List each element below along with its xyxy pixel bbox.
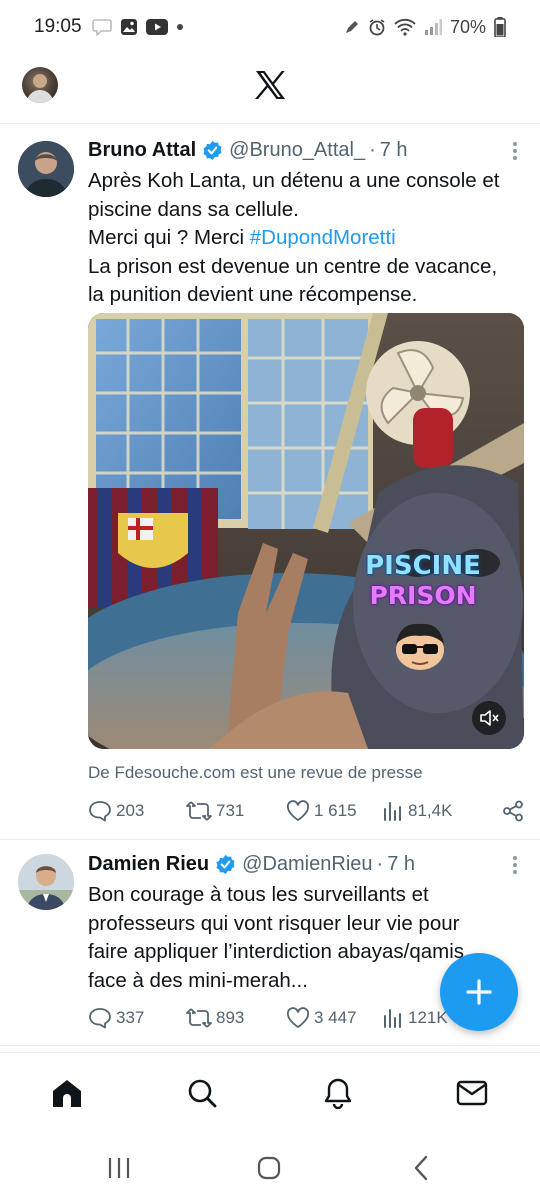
tweet-video[interactable]: PISCINE PRISON <box>88 313 524 749</box>
nav-search[interactable] <box>184 1075 220 1111</box>
home-icon <box>53 1080 81 1107</box>
messages-icon <box>456 1080 488 1106</box>
status-bar: 19:05 70% <box>0 0 540 54</box>
tweet-text-line: Bon courage à tous les surveillants et <box>88 883 429 906</box>
reply-count: 203 <box>116 801 145 820</box>
share-icon <box>503 800 523 822</box>
tweet-time[interactable]: 7 h <box>380 139 408 162</box>
retweet-icon <box>186 801 212 821</box>
tweet-text-line: piscine dans sa cellule. <box>88 197 299 221</box>
more-options-icon[interactable] <box>512 141 518 166</box>
tweet-header: Damien Rieu @DamienRieu · 7 h <box>88 851 524 877</box>
alarm-icon <box>368 18 386 36</box>
views-icon <box>384 802 401 821</box>
pen-icon <box>344 19 360 35</box>
plus-icon <box>466 979 492 1005</box>
author-name[interactable]: Bruno Attal <box>88 139 196 162</box>
verified-badge-icon <box>202 140 223 161</box>
battery-icon <box>494 17 506 37</box>
reply-icon <box>89 801 111 822</box>
app-header: X <box>0 54 540 124</box>
tweet-header: Bruno Attal @Bruno_Attal_ · 7 h <box>88 137 524 163</box>
chat-bubble-icon <box>91 18 112 36</box>
reply-icon <box>89 1008 111 1029</box>
author-avatar[interactable] <box>18 141 74 197</box>
tweet-text-line: Merci qui ? Merci <box>88 226 250 249</box>
notification-dot-icon <box>176 23 184 31</box>
share-button[interactable] <box>502 800 524 822</box>
separator-dot: · <box>376 852 384 875</box>
overlay-line-2: PRISON <box>369 581 477 610</box>
reply-button[interactable]: 337 <box>88 1007 186 1029</box>
separator-dot: · <box>369 138 376 161</box>
nav-home[interactable] <box>49 1075 85 1111</box>
reply-count: 337 <box>116 1008 145 1027</box>
views-count: 121K <box>408 1008 448 1027</box>
tweet-text-line: La prison est devenue un centre de vacan… <box>88 254 498 278</box>
back-button[interactable] <box>405 1152 437 1184</box>
retweet-count: 731 <box>216 801 245 820</box>
volume-muted-icon <box>480 710 499 726</box>
home-circle-icon <box>257 1156 281 1180</box>
mute-button[interactable] <box>472 701 506 735</box>
author-name[interactable]: Damien Rieu <box>88 853 209 876</box>
notifications-icon <box>324 1078 352 1109</box>
retweet-button[interactable]: 731 <box>186 800 286 822</box>
back-chevron-icon <box>414 1155 428 1181</box>
tweet-text-line: professeurs qui vont risquer leur vie po… <box>88 911 460 935</box>
battery-percent: 70% <box>449 16 486 37</box>
tweet-text-line: Après Koh Lanta, un détenu a une console… <box>88 169 500 192</box>
heart-icon <box>286 800 310 821</box>
tweet-text-line: la punition devient une récompense. <box>88 283 418 306</box>
video-overlay-title: PISCINE PRISON <box>358 551 488 611</box>
gallery-icon <box>120 18 138 36</box>
signal-icon <box>424 19 442 35</box>
more-options-icon[interactable] <box>512 855 518 880</box>
heart-icon <box>286 1007 310 1028</box>
nav-messages[interactable] <box>454 1075 490 1111</box>
tweet-time[interactable]: 7 h <box>387 853 415 876</box>
system-nav-bar <box>0 1136 540 1200</box>
nav-notifications[interactable] <box>320 1075 356 1111</box>
author-handle[interactable]: @DamienRieu <box>242 853 372 876</box>
tweet-actions: 203 731 1 615 81,4K <box>88 796 524 826</box>
tweet[interactable]: Bruno Attal @Bruno_Attal_ · 7 h Après Ko… <box>0 125 540 840</box>
home-system-button[interactable] <box>253 1152 285 1184</box>
wifi-icon <box>394 18 416 36</box>
profile-avatar[interactable] <box>22 67 58 103</box>
like-button[interactable]: 3 447 <box>286 1007 382 1029</box>
status-time: 19:05 <box>34 16 82 37</box>
like-count: 1 615 <box>314 801 357 820</box>
emoji-sticker <box>390 618 450 677</box>
x-logo-icon[interactable]: X <box>253 68 287 102</box>
views-icon <box>384 1009 401 1028</box>
hashtag-link[interactable]: #DupondMoretti <box>250 226 396 249</box>
retweet-count: 893 <box>216 1008 245 1027</box>
search-icon <box>188 1079 217 1108</box>
media-caption[interactable]: De Fdesouche.com est une revue de presse <box>88 763 423 783</box>
views-count: 81,4K <box>408 801 453 820</box>
bottom-nav <box>0 1052 540 1136</box>
like-count: 3 447 <box>314 1008 357 1027</box>
compose-button[interactable] <box>440 953 518 1031</box>
author-handle[interactable]: @Bruno_Attal_ <box>229 139 365 162</box>
recent-apps-button[interactable] <box>103 1152 135 1184</box>
verified-badge-icon <box>215 854 236 875</box>
retweet-button[interactable]: 893 <box>186 1007 286 1029</box>
like-button[interactable]: 1 615 <box>286 800 382 822</box>
retweet-icon <box>186 1008 212 1028</box>
reply-button[interactable]: 203 <box>88 800 186 822</box>
author-avatar[interactable] <box>18 854 74 910</box>
recent-apps-icon <box>108 1158 130 1178</box>
views-button[interactable]: 81,4K <box>382 800 478 822</box>
youtube-icon <box>145 19 168 35</box>
overlay-line-1: PISCINE <box>365 551 481 581</box>
tweet-text: Après Koh Lanta, un détenu a une console… <box>88 167 524 310</box>
